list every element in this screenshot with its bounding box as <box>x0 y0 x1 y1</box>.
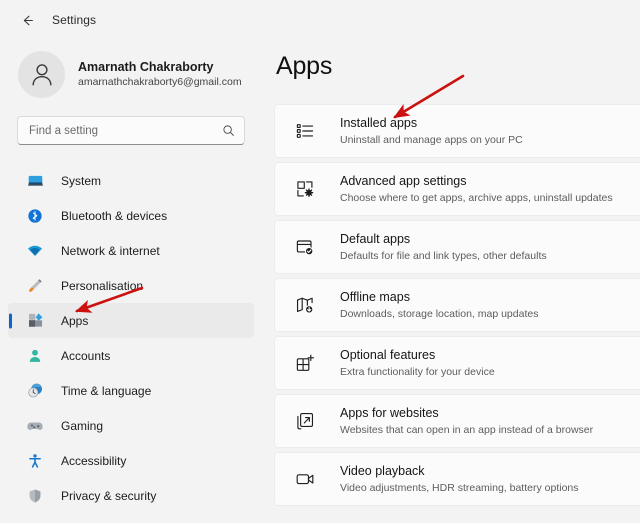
search-wrap <box>0 102 262 146</box>
list-bullets-icon <box>294 120 316 142</box>
sidebar-item-privacy-security[interactable]: Privacy & security <box>8 478 254 513</box>
settings-card-title: Default apps <box>340 231 411 246</box>
account-text: Amarnath Chakraborty amarnathchakraborty… <box>78 59 242 90</box>
sidebar-item-label: Personalisation <box>61 278 144 293</box>
settings-card-title: Offline maps <box>340 289 410 304</box>
bluetooth-icon <box>26 207 44 225</box>
clock-globe-icon <box>26 382 44 400</box>
external-link-icon <box>294 410 316 432</box>
settings-card-subtitle: Downloads, storage location, map updates <box>340 307 539 320</box>
sidebar-item-label: Apps <box>61 313 89 328</box>
back-arrow-icon[interactable] <box>14 7 40 33</box>
body-split: Amarnath Chakraborty amarnathchakraborty… <box>0 40 640 523</box>
settings-card-text: Installed apps Uninstall and manage apps … <box>340 115 523 148</box>
settings-card-subtitle: Choose where to get apps, archive apps, … <box>340 191 613 204</box>
search-box[interactable] <box>17 116 245 146</box>
settings-card-title: Advanced app settings <box>340 173 467 188</box>
settings-card-default-apps[interactable]: Default apps Defaults for file and link t… <box>274 220 640 274</box>
sidebar-item-accounts[interactable]: Accounts <box>8 338 254 373</box>
search-icon[interactable] <box>222 124 235 137</box>
settings-card-title: Video playback <box>340 463 425 478</box>
sidebar-item-accessibility[interactable]: Accessibility <box>8 443 254 478</box>
search-input[interactable] <box>29 124 222 137</box>
main-content: Apps Installed apps Uninstall and manage … <box>262 40 640 523</box>
person-icon <box>26 347 44 365</box>
monitor-icon <box>26 172 44 190</box>
sidebar-item-windows-update[interactable]: Windows Update <box>8 513 254 523</box>
video-camera-icon <box>294 468 316 490</box>
title-bar: Settings <box>0 0 640 40</box>
sidebar-nav: System Bluetooth & devices Network & inter… <box>0 163 262 523</box>
window-check-icon <box>294 236 316 258</box>
sidebar-item-bluetooth-devices[interactable]: Bluetooth & devices <box>8 198 254 233</box>
page-title: Apps <box>276 52 333 80</box>
settings-card-text: Offline maps Downloads, storage location,… <box>340 289 538 322</box>
settings-card-subtitle: Extra functionality for your device <box>340 365 495 378</box>
settings-card-title: Optional features <box>340 347 436 362</box>
settings-card-text: Apps for websites Websites that can open … <box>340 405 593 438</box>
account-email: amarnathchakraborty6@gmail.com <box>78 75 242 88</box>
settings-card-subtitle: Uninstall and manage apps on your PC <box>340 133 523 146</box>
grid-plus-icon <box>294 352 316 374</box>
accessibility-person-icon <box>26 452 44 470</box>
sidebar-item-label: System <box>61 173 102 188</box>
settings-card-subtitle: Defaults for file and link types, other … <box>340 249 547 262</box>
sidebar-item-label: Bluetooth & devices <box>61 208 168 223</box>
sidebar-item-label: Network & internet <box>61 243 160 258</box>
avatar <box>18 50 65 98</box>
app-title: Settings <box>52 13 97 27</box>
sidebar-item-gaming[interactable]: Gaming <box>8 408 254 443</box>
settings-card-installed-apps[interactable]: Installed apps Uninstall and manage apps … <box>274 104 640 158</box>
apps-grid-icon <box>26 312 44 330</box>
settings-card-subtitle: Websites that can open in an app instead… <box>340 423 594 436</box>
settings-card-offline-maps[interactable]: Offline maps Downloads, storage location,… <box>274 278 640 332</box>
wifi-icon <box>26 242 44 260</box>
sidebar-item-system[interactable]: System <box>8 163 254 198</box>
settings-card-title: Installed apps <box>340 115 418 130</box>
settings-window: Settings Amarnath Chakraborty amarnathch… <box>0 0 640 523</box>
sidebar-item-label: Accounts <box>61 348 111 363</box>
app-gear-icon <box>294 178 316 200</box>
sidebar: Amarnath Chakraborty amarnathchakraborty… <box>0 40 262 523</box>
gamepad-icon <box>26 417 44 435</box>
sidebar-item-label: Gaming <box>61 418 104 433</box>
settings-card-text: Video playback Video adjustments, HDR str… <box>340 463 579 496</box>
sidebar-item-label: Privacy & security <box>61 488 157 503</box>
sidebar-item-label: Accessibility <box>61 453 127 468</box>
settings-card-text: Optional features Extra functionality for… <box>340 347 495 380</box>
settings-card-text: Default apps Defaults for file and link t… <box>340 231 547 264</box>
settings-card-apps-for-websites[interactable]: Apps for websites Websites that can open … <box>274 394 640 448</box>
account-name: Amarnath Chakraborty <box>78 59 214 74</box>
settings-card-subtitle: Video adjustments, HDR streaming, batter… <box>340 481 579 494</box>
shield-icon <box>26 487 44 505</box>
settings-card-title: Apps for websites <box>340 405 439 420</box>
sidebar-item-personalisation[interactable]: Personalisation <box>8 268 254 303</box>
settings-card-optional-features[interactable]: Optional features Extra functionality for… <box>274 336 640 390</box>
paintbrush-icon <box>26 277 44 295</box>
settings-card-list: Installed apps Uninstall and manage apps … <box>274 104 640 506</box>
sidebar-item-label: Time & language <box>61 383 152 398</box>
settings-card-advanced-app-settings[interactable]: Advanced app settings Choose where to get… <box>274 162 640 216</box>
sidebar-item-apps[interactable]: Apps <box>8 303 254 339</box>
settings-card-video-playback[interactable]: Video playback Video adjustments, HDR str… <box>274 452 640 506</box>
map-download-icon <box>294 294 316 316</box>
account-block[interactable]: Amarnath Chakraborty amarnathchakraborty… <box>0 40 262 102</box>
settings-card-text: Advanced app settings Choose where to get… <box>340 173 613 206</box>
sidebar-item-network-internet[interactable]: Network & internet <box>8 233 254 268</box>
sidebar-item-time-language[interactable]: Time & language <box>8 373 254 408</box>
